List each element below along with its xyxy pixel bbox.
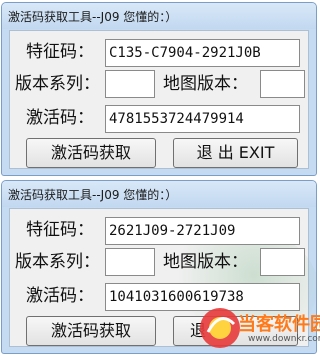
feature-code-label: 特征码： — [26, 42, 94, 62]
feature-code-field[interactable]: 2621J09-2721J09 — [105, 217, 300, 245]
window-title: 激活码获取工具--J09 您懂的：） — [8, 188, 178, 202]
map-version-field[interactable] — [260, 248, 305, 276]
get-activation-code-button[interactable]: 激活码获取 — [26, 316, 156, 346]
title-bar[interactable]: 激活码获取工具--J09 您懂的：） — [2, 181, 316, 207]
activation-tool-window-1: 激活码获取工具--J09 您懂的：） 特征码： C135-C7904-2921J… — [1, 2, 317, 176]
version-series-field[interactable] — [105, 248, 155, 276]
version-series-label: 版本系列： — [15, 74, 100, 94]
map-version-label: 地图版本： — [163, 252, 248, 272]
window-client-area: 特征码： C135-C7904-2921J0B 版本系列： 地图版本： 激活码：… — [9, 30, 309, 169]
activation-code-label: 激活码： — [26, 286, 94, 306]
feature-code-field[interactable]: C135-C7904-2921J0B — [105, 39, 300, 67]
exit-button[interactable]: 退 出 EXIT — [173, 138, 298, 168]
window-title: 激活码获取工具--J09 您懂的：） — [8, 10, 178, 24]
feature-code-label: 特征码： — [26, 220, 94, 240]
title-bar[interactable]: 激活码获取工具--J09 您懂的：） — [2, 3, 316, 29]
map-version-label: 地图版本： — [163, 74, 248, 94]
watermark-brand-text: 当客软件园 — [238, 314, 320, 335]
activation-code-field[interactable]: 1041031600619738 — [105, 283, 300, 311]
activation-code-label: 激活码： — [26, 108, 94, 128]
version-series-field[interactable] — [105, 70, 155, 98]
activation-code-field[interactable]: 4781553724479914 — [105, 105, 300, 133]
version-series-label: 版本系列： — [15, 252, 100, 272]
map-version-field[interactable] — [260, 70, 305, 98]
watermark-url: www.downkr.com — [248, 334, 320, 344]
get-activation-code-button[interactable]: 激活码获取 — [26, 138, 156, 168]
